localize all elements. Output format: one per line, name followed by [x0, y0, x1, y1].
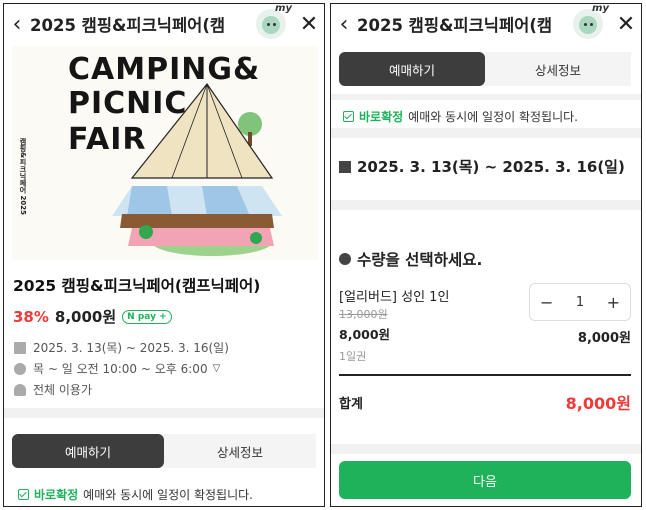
pay-badge-label: pay [137, 311, 156, 322]
person-icon [339, 253, 351, 265]
audience-rating: 전체 이용가 [33, 383, 93, 397]
section-divider [331, 128, 641, 138]
instant-confirm-text: 예매와 동시에 일정이 확정됩니다. [83, 488, 253, 502]
my-avatar[interactable]: my [573, 4, 609, 39]
my-avatar[interactable]: my [256, 4, 292, 39]
product-detail-screen: ‹ 2025 캠핑&피크닉페어(캠 my ✕ CAMPING& PICNIC F… [3, 3, 325, 507]
avatar-eye-icon [267, 23, 270, 26]
page-title: 2025 캠핑&피크닉페어(캠 [30, 16, 226, 35]
page-title: 2025 캠핑&피크닉페어(캠 [357, 16, 553, 35]
ticket-sale-price: 8,000원 [339, 327, 391, 342]
clock-icon [14, 362, 26, 375]
my-badge: my [275, 3, 292, 14]
event-date-row: 2025. 3. 13(목) ~ 2025. 3. 16(일) [14, 339, 229, 356]
tab-bar: 예매하기 상세정보 [339, 52, 631, 86]
original-price: 13,000원 [339, 308, 388, 321]
next-button[interactable]: 다음 [339, 461, 631, 499]
back-arrow-icon[interactable]: ‹ [4, 4, 30, 44]
quantity-stepper: − 1 + [529, 283, 631, 321]
ticket-name: [얼리버드] 성인 1인 [339, 290, 450, 305]
selected-date-row: 2025. 3. 13(목) ~ 2025. 3. 16(일) [339, 156, 625, 177]
total-label: 합계 [339, 397, 363, 412]
instant-confirm-text: 예매와 동시에 일정이 확정됩니다. [408, 110, 578, 124]
tab-booking[interactable]: 예매하기 [12, 434, 164, 468]
booking-screen: ‹ 2025 캠핑&피크닉페어(캠 my ✕ 예매하기 상세정보 바로확정 예매… [330, 3, 642, 507]
tab-details[interactable]: 상세정보 [485, 52, 631, 86]
my-badge: my [592, 3, 609, 14]
quantity-heading: 수량을 선택하세요. [339, 248, 482, 270]
avatar-eye-icon [584, 23, 587, 26]
event-hours-row[interactable]: 목 ~ 일 오전 10:00 ~ 오후 6:00 ▽ [14, 360, 220, 377]
close-icon[interactable]: ✕ [611, 4, 641, 44]
poster-title-line3: FAIR [68, 122, 147, 157]
avatar-eye-icon [273, 23, 276, 26]
total-divider [339, 374, 631, 376]
section-divider [331, 94, 641, 100]
ticket-unit: 1일권 [339, 350, 367, 363]
instant-confirm-label: 바로확정 [359, 110, 404, 124]
tab-bar: 예매하기 상세정보 [12, 434, 316, 468]
discount-rate: 38% [13, 307, 49, 326]
poster-side-text: 캠핑&피크닉페어 2025 [19, 138, 27, 216]
event-hours: 목 ~ 일 오전 10:00 ~ 오후 6:00 [33, 362, 208, 376]
calendar-icon [14, 341, 26, 354]
screenshot-stage: ‹ 2025 캠핑&피크닉페어(캠 my ✕ CAMPING& PICNIC F… [0, 0, 646, 510]
poster-title-line2: PICNIC [68, 86, 188, 121]
section-divider [4, 408, 324, 418]
checkbox-icon [18, 489, 29, 500]
audience-row: 전체 이용가 [14, 381, 92, 398]
quantity-value: 1 [575, 294, 585, 310]
avatar-eye-icon [590, 23, 593, 26]
section-divider [331, 200, 641, 210]
close-icon[interactable]: ✕ [294, 4, 324, 44]
blanket-stripe-shape [127, 186, 172, 216]
quantity-heading-text: 수량을 선택하세요. [357, 251, 483, 269]
leaf-shape [139, 225, 153, 239]
top-bar: ‹ 2025 캠핑&피크닉페어(캠 my ✕ [4, 4, 324, 44]
instant-confirm-label: 바로확정 [34, 488, 79, 502]
instant-confirm-notice: 바로확정 예매와 동시에 일정이 확정됩니다. [343, 108, 578, 125]
total-value: 8,000원 [565, 394, 631, 413]
plus-icon[interactable]: + [607, 293, 620, 312]
back-arrow-icon[interactable]: ‹ [331, 4, 357, 44]
avatar-face-icon [579, 16, 597, 34]
sale-price: 8,000원 [54, 308, 117, 326]
event-poster: CAMPING& PICNIC FAIR 캠핑&피크닉페어 2025 [12, 46, 318, 260]
chevron-down-icon[interactable]: ▽ [213, 363, 221, 374]
poster-title-line1: CAMPING& [68, 52, 261, 87]
top-bar: ‹ 2025 캠핑&피크닉페어(캠 my ✕ [331, 4, 641, 44]
event-date: 2025. 3. 13(목) ~ 2025. 3. 16(일) [33, 341, 229, 355]
product-name: 2025 캠핑&피크닉페어(캠프닉페어) [13, 277, 261, 295]
tab-booking[interactable]: 예매하기 [339, 52, 485, 86]
avatar-face-icon [262, 16, 280, 34]
section-divider [331, 444, 641, 454]
tab-details[interactable]: 상세정보 [164, 434, 316, 468]
selected-date: 2025. 3. 13(목) ~ 2025. 3. 16(일) [357, 158, 625, 176]
checkbox-icon [343, 111, 354, 122]
npay-badge: N pay + [122, 309, 172, 324]
instant-confirm-notice: 바로확정 예매와 동시에 일정이 확정됩니다. [18, 486, 253, 503]
leaf-shape [250, 232, 262, 244]
minus-icon[interactable]: − [540, 293, 553, 312]
price-row: 38% 8,000원 N pay + [13, 306, 172, 327]
person-icon [14, 383, 26, 396]
calendar-icon [339, 160, 351, 173]
line-total-price: 8,000원 [577, 331, 631, 346]
